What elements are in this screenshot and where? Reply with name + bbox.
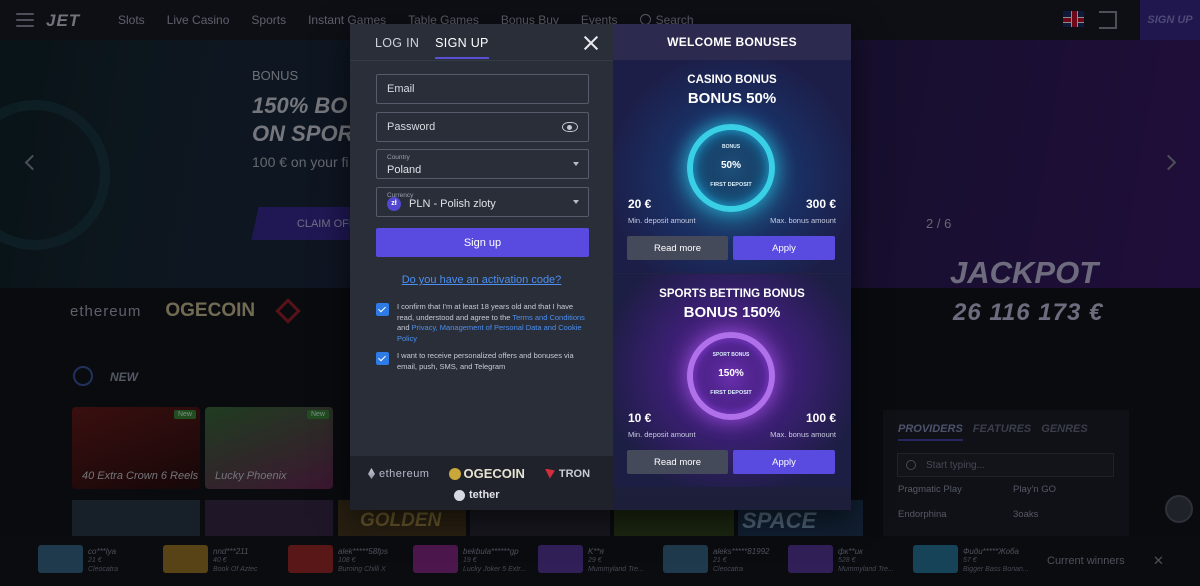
activation-code-link[interactable]: Do you have an activation code? (350, 274, 613, 286)
registration-modal: LOG IN SIGN UP Country Poland Currency z… (350, 24, 851, 510)
marketing-checkbox[interactable] (376, 352, 389, 365)
tab-login[interactable]: LOG IN (375, 36, 419, 59)
min-deposit-label: Min. deposit amount (628, 430, 696, 439)
bonus-card-title: SPORTS BETTING BONUS (659, 288, 805, 300)
badge-bottom-text: FIRST DEPOSIT (710, 390, 752, 396)
country-select-label: Country (387, 154, 410, 161)
min-deposit-label: Min. deposit amount (628, 216, 696, 225)
tron-icon (544, 468, 555, 479)
tron-logo: TRON (544, 468, 590, 480)
ethereum-icon (368, 468, 375, 479)
sports-bonus-badge-icon: SPORT BONUS 150% FIRST DEPOSIT (687, 332, 775, 420)
apply-button[interactable]: Apply (733, 450, 835, 474)
signup-form-pane: LOG IN SIGN UP Country Poland Currency z… (350, 24, 613, 510)
casino-bonus-card: CASINO BONUS BONUS 50% BONUS 50% FIRST D… (613, 60, 851, 273)
badge-value: 150% (718, 368, 744, 379)
welcome-bonuses-pane: WELCOME BONUSES CASINO BONUS BONUS 50% B… (613, 24, 851, 510)
chevron-down-icon (573, 162, 579, 166)
eye-icon[interactable] (562, 122, 578, 132)
age-terms-checkbox[interactable] (376, 303, 389, 316)
marketing-consent: I want to receive personalized offers an… (376, 351, 591, 372)
bonus-card-headline: BONUS 50% (687, 90, 777, 107)
email-field[interactable] (376, 74, 589, 104)
zloty-currency-icon: zł (387, 197, 401, 211)
max-bonus-label: Max. bonus amount (770, 430, 836, 439)
max-bonus-value: 100 € (805, 411, 836, 425)
badge-top-text: SPORT BONUS (712, 352, 750, 358)
welcome-bonuses-title: WELCOME BONUSES (613, 24, 851, 60)
age-terms-consent: I confirm that I'm at least 18 years old… (376, 302, 591, 344)
currency-select[interactable]: Currency zł PLN - Polish zloty (376, 187, 589, 217)
tether-logo: tether (454, 489, 500, 501)
tether-icon (454, 489, 465, 501)
apply-button[interactable]: Apply (733, 236, 835, 260)
bonus-card-title: CASINO BONUS (687, 74, 777, 86)
country-select-value: Poland (387, 164, 422, 176)
privacy-link[interactable]: Privacy, Management of Personal Data and… (397, 323, 582, 343)
password-field[interactable] (376, 112, 589, 142)
marketing-consent-text: I want to receive personalized offers an… (397, 351, 574, 371)
bonus-card-headline: BONUS 150% (683, 304, 781, 321)
dogecoin-icon (449, 467, 462, 480)
read-more-button[interactable]: Read more (627, 236, 728, 260)
max-bonus-value: 300 € (805, 197, 836, 211)
dogecoin-logo: OGECOIN (449, 466, 525, 481)
currency-select-value: PLN - Polish zloty (409, 198, 496, 210)
tab-signup[interactable]: SIGN UP (435, 36, 489, 59)
consent-text: and (397, 323, 412, 332)
min-deposit-value: 20 € (628, 197, 652, 211)
close-icon[interactable] (582, 34, 600, 52)
badge-value: 50% (720, 160, 741, 171)
casino-bonus-badge-icon: BONUS 50% FIRST DEPOSIT (687, 124, 775, 212)
chevron-down-icon (573, 200, 579, 204)
terms-link[interactable]: Terms and Conditions (512, 313, 585, 322)
badge-top-text: BONUS (721, 144, 741, 150)
signup-submit-button[interactable]: Sign up (376, 228, 589, 257)
max-bonus-label: Max. bonus amount (770, 216, 836, 225)
tabs-divider (350, 60, 613, 61)
auth-tabs: LOG IN SIGN UP (375, 36, 489, 59)
age-terms-text: I confirm that I'm at least 18 years old… (397, 302, 591, 344)
badge-bottom-text: FIRST DEPOSIT (710, 182, 752, 188)
ethereum-logo: ethereum (368, 468, 429, 480)
read-more-button[interactable]: Read more (627, 450, 728, 474)
country-select[interactable]: Country Poland (376, 149, 589, 179)
min-deposit-value: 10 € (628, 411, 652, 425)
payment-logos-row: ethereum OGECOIN TRON (368, 466, 590, 481)
payment-logos: ethereum OGECOIN TRON tether (350, 456, 613, 510)
sports-bonus-card: SPORTS BETTING BONUS BONUS 150% SPORT BO… (613, 274, 851, 487)
